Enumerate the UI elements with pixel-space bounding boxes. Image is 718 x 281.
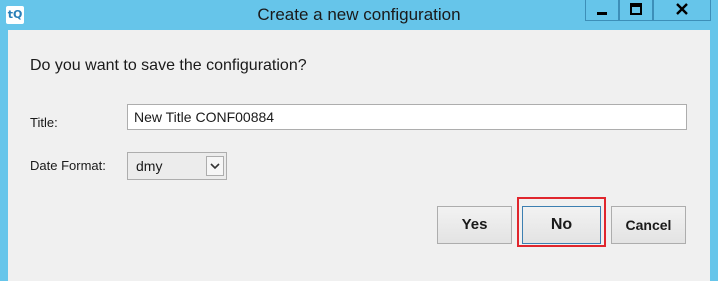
dropdown-arrow-button[interactable] xyxy=(206,156,224,176)
title-label: Title: xyxy=(30,115,58,130)
date-format-select[interactable]: dmy xyxy=(127,152,227,180)
minimize-button[interactable] xyxy=(585,0,619,21)
title-bar[interactable]: Create a new configuration tQ xyxy=(0,0,718,30)
dialog-content: Do you want to save the configuration? T… xyxy=(8,30,710,281)
no-button[interactable]: No xyxy=(522,206,601,244)
chevron-down-icon xyxy=(210,163,220,170)
yes-button[interactable]: Yes xyxy=(437,206,512,244)
title-input[interactable]: New Title CONF00884 xyxy=(127,104,687,130)
close-icon xyxy=(676,3,688,15)
maximize-icon xyxy=(630,3,642,15)
app-icon[interactable]: tQ xyxy=(6,6,24,24)
close-button[interactable] xyxy=(653,0,711,21)
cancel-button[interactable]: Cancel xyxy=(611,206,686,244)
maximize-button[interactable] xyxy=(619,0,653,21)
save-question: Do you want to save the configuration? xyxy=(30,57,307,74)
dialog-window: Create a new configuration tQ Do you wan… xyxy=(0,0,718,281)
date-format-label: Date Format: xyxy=(30,158,106,173)
date-format-value: dmy xyxy=(136,158,163,174)
minimize-icon xyxy=(597,12,607,15)
